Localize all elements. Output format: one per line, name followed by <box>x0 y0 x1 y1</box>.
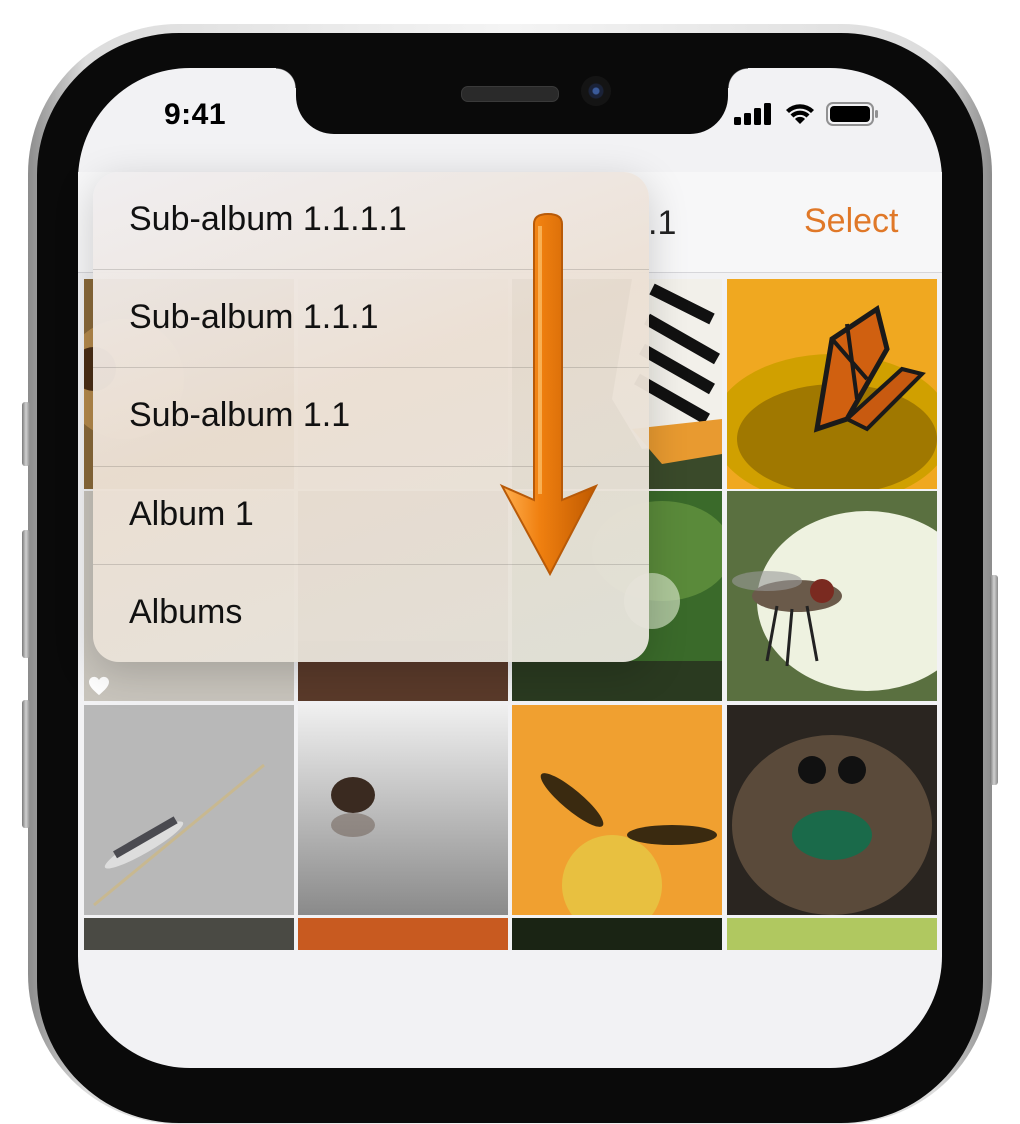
speaker-grille <box>461 86 559 102</box>
photo-thumbnail[interactable] <box>727 491 937 701</box>
select-button[interactable]: Select <box>804 202 899 241</box>
volume-down-button <box>22 700 30 828</box>
photo-thumbnail[interactable] <box>512 918 722 950</box>
photo-thumbnail[interactable] <box>298 705 508 915</box>
menu-item-label: Albums <box>129 593 243 631</box>
photo-thumbnail[interactable] <box>84 918 294 950</box>
menu-item-label: Sub-album 1.1.1.1 <box>129 200 407 238</box>
wifi-icon <box>786 104 814 124</box>
photo-thumbnail[interactable] <box>727 279 937 489</box>
heart-icon <box>89 676 109 696</box>
photo-thumbnail[interactable] <box>727 918 937 950</box>
action-button <box>22 402 30 466</box>
photo-thumbnail[interactable] <box>84 705 294 915</box>
menu-item-label: Sub-album 1.1 <box>129 396 351 434</box>
cellular-signal-icon <box>734 103 771 125</box>
battery-icon <box>826 102 878 126</box>
notch <box>276 68 748 134</box>
nav-title: .1 <box>648 204 677 242</box>
status-time: 9:41 <box>164 98 227 131</box>
status-icons <box>734 102 880 126</box>
photo-thumbnail[interactable] <box>727 705 937 915</box>
down-arrow-icon <box>499 212 599 577</box>
volume-up-button <box>22 530 30 658</box>
menu-item-label: Album 1 <box>129 495 254 533</box>
photo-thumbnail[interactable] <box>512 705 722 915</box>
power-button <box>990 575 998 785</box>
photo-thumbnail[interactable] <box>298 918 508 950</box>
camera-icon <box>581 76 611 106</box>
menu-item-label: Sub-album 1.1.1 <box>129 298 379 336</box>
